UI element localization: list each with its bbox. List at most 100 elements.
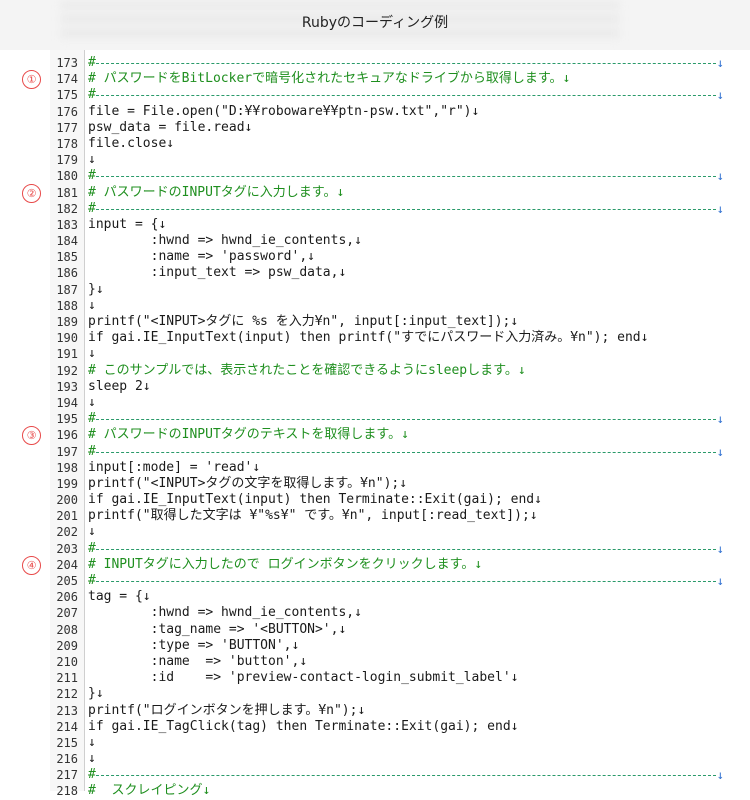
comment-text: # パスワードのINPUTタグに入力します。↓ — [88, 184, 345, 200]
line-number: 201 — [56, 509, 78, 524]
line-number: 213 — [56, 703, 78, 718]
separator-comment: # — [88, 540, 96, 556]
line-end-arrow-icon: ↓ — [716, 88, 724, 103]
code-line: 188 ↓ — [0, 298, 750, 314]
code-text: :type => 'BUTTON',↓ — [88, 637, 300, 653]
code-line: 216 ↓ — [0, 751, 750, 767]
code-line: 208 :tag_name => '<BUTTON>',↓ — [0, 622, 750, 638]
line-number: 182 — [56, 201, 78, 216]
line-number: 188 — [56, 298, 78, 313]
separator-comment: # — [88, 55, 96, 70]
code-text: input = {↓ — [88, 216, 167, 232]
line-number: 211 — [56, 671, 78, 686]
code-line: 185 :name => 'password',↓ — [0, 249, 750, 265]
code-text: }↓ — [88, 281, 104, 297]
code-line: 210 :name => 'button',↓ — [0, 654, 750, 670]
code-line: 206 tag = {↓ — [0, 589, 750, 605]
page-title: Rubyのコーディング例 — [301, 15, 449, 31]
code-line: 215 ↓ — [0, 735, 750, 751]
line-number: 187 — [56, 282, 78, 297]
separator-dash-line — [96, 95, 716, 97]
window-header: Rubyのコーディング例 — [0, 0, 750, 50]
code-line: 205 # ↓ — [0, 573, 750, 589]
line-end-arrow-icon: ↓ — [716, 768, 724, 783]
step-marker-4: ④ — [22, 555, 41, 575]
code-text: }↓ — [88, 686, 104, 702]
line-end-arrow-icon: ↓ — [716, 56, 724, 70]
line-number: 180 — [56, 169, 78, 184]
code-text: :tag_name => '<BUTTON>',↓ — [88, 621, 347, 637]
separator-comment: # — [88, 200, 96, 216]
line-number: 207 — [56, 606, 78, 621]
code-line: 173 # ↓ — [0, 55, 750, 71]
code-text: :hwnd => hwnd_ie_contents,↓ — [88, 233, 362, 249]
code-text: ↓ — [88, 751, 96, 767]
line-number: 179 — [56, 153, 78, 168]
code-line: 201 printf("取得した文字は ¥"%s¥" です。¥n", input[… — [0, 508, 750, 524]
line-number: 184 — [56, 234, 78, 249]
code-line: 186 :input_text => psw_data,↓ — [0, 265, 750, 281]
line-number: 202 — [56, 525, 78, 540]
line-end-arrow-icon: ↓ — [716, 574, 724, 588]
line-number: 193 — [56, 379, 78, 394]
code-line: 200 if gai.IE_InputText(input) then Termi… — [0, 492, 750, 508]
code-line: 191 ↓ — [0, 346, 750, 362]
separator-comment: # — [88, 767, 96, 783]
comment-text: # パスワードをBitLockerで暗号化されたセキュアなドライブから取得します… — [88, 71, 571, 87]
code-text: tag = {↓ — [88, 589, 151, 605]
code-line: 178 file.close↓ — [0, 136, 750, 152]
code-line: 212}↓ — [0, 686, 750, 702]
comment-text: # スクレイピング↓ — [88, 783, 211, 799]
code-text: if gai.IE_InputText(input) then Terminat… — [88, 492, 542, 508]
code-line: 214 if gai.IE_TagClick(tag) then Terminat… — [0, 719, 750, 735]
code-line: 177 psw_data = file.read↓ — [0, 120, 750, 136]
line-end-arrow-icon: ↓ — [716, 541, 724, 556]
code-text: file = File.open("D:¥¥roboware¥¥ptn-psw.… — [88, 103, 480, 119]
line-number: 176 — [56, 104, 78, 119]
code-text: ↓ — [88, 394, 96, 410]
code-line: 218 # スクレイピング↓ — [0, 783, 750, 799]
code-line: 209 :type => 'BUTTON',↓ — [0, 638, 750, 654]
separator-comment: # — [88, 411, 96, 427]
line-number: 216 — [56, 752, 78, 767]
line-number: 197 — [56, 444, 78, 459]
line-end-arrow-icon: ↓ — [716, 444, 724, 459]
line-number: 174 — [56, 72, 78, 87]
separator-comment: # — [88, 443, 96, 459]
code-line: 195 # ↓ — [0, 411, 750, 427]
code-line: 213 printf("ログインボタンを押します。¥n");↓ — [0, 703, 750, 719]
code-line: 193 sleep 2↓ — [0, 379, 750, 395]
code-text: psw_data = file.read↓ — [88, 119, 253, 135]
code-line: 198 input[:mode] = 'read'↓ — [0, 460, 750, 476]
line-number: 218 — [56, 784, 78, 799]
separator-dash-line — [96, 775, 716, 777]
code-text: :input_text => psw_data,↓ — [88, 265, 347, 281]
line-number: 195 — [56, 412, 78, 427]
separator-comment: # — [88, 87, 96, 103]
code-text: if gai.IE_InputText(input) then printf("… — [88, 330, 649, 346]
code-text: file.close↓ — [88, 135, 175, 151]
code-text: :id => 'preview-contact-login_submit_lab… — [88, 670, 519, 686]
line-number: 204 — [56, 557, 78, 572]
line-number: 178 — [56, 136, 78, 151]
code-text: :hwnd => hwnd_ie_contents,↓ — [88, 605, 362, 621]
code-line: 211 :id => 'preview-contact-login_submit… — [0, 670, 750, 686]
code-line: 192 # このサンプルでは、表示されたことを確認できるようにsleepします。↓ — [0, 363, 750, 379]
code-text: :name => 'password',↓ — [88, 249, 315, 265]
line-end-arrow-icon: ↓ — [716, 169, 724, 184]
code-line: 199 printf("<INPUT>タグの文字を取得します。¥n");↓ — [0, 476, 750, 492]
code-text: if gai.IE_TagClick(tag) then Terminate::… — [88, 718, 519, 734]
code-line: 202 ↓ — [0, 524, 750, 540]
code-line: 196 # パスワードのINPUTタグのテキストを取得します。↓ ③ — [0, 426, 750, 446]
code-line: 189 printf("<INPUT>タグに %s を入力¥n", input[:… — [0, 314, 750, 330]
code-text: printf("ログインボタンを押します。¥n");↓ — [88, 702, 366, 718]
code-line: 197 # ↓ — [0, 444, 750, 460]
separator-comment: # — [88, 168, 96, 184]
code-editor[interactable]: 173 # ↓ 174 # パスワードをBitLockerで暗号化されたセキュアなドライ… — [0, 55, 750, 800]
code-line: 175 # ↓ — [0, 87, 750, 103]
code-text: ↓ — [88, 297, 96, 313]
line-number: 209 — [56, 638, 78, 653]
code-text: ↓ — [88, 346, 96, 362]
line-number: 196 — [56, 428, 78, 443]
code-text: sleep 2↓ — [88, 378, 151, 394]
